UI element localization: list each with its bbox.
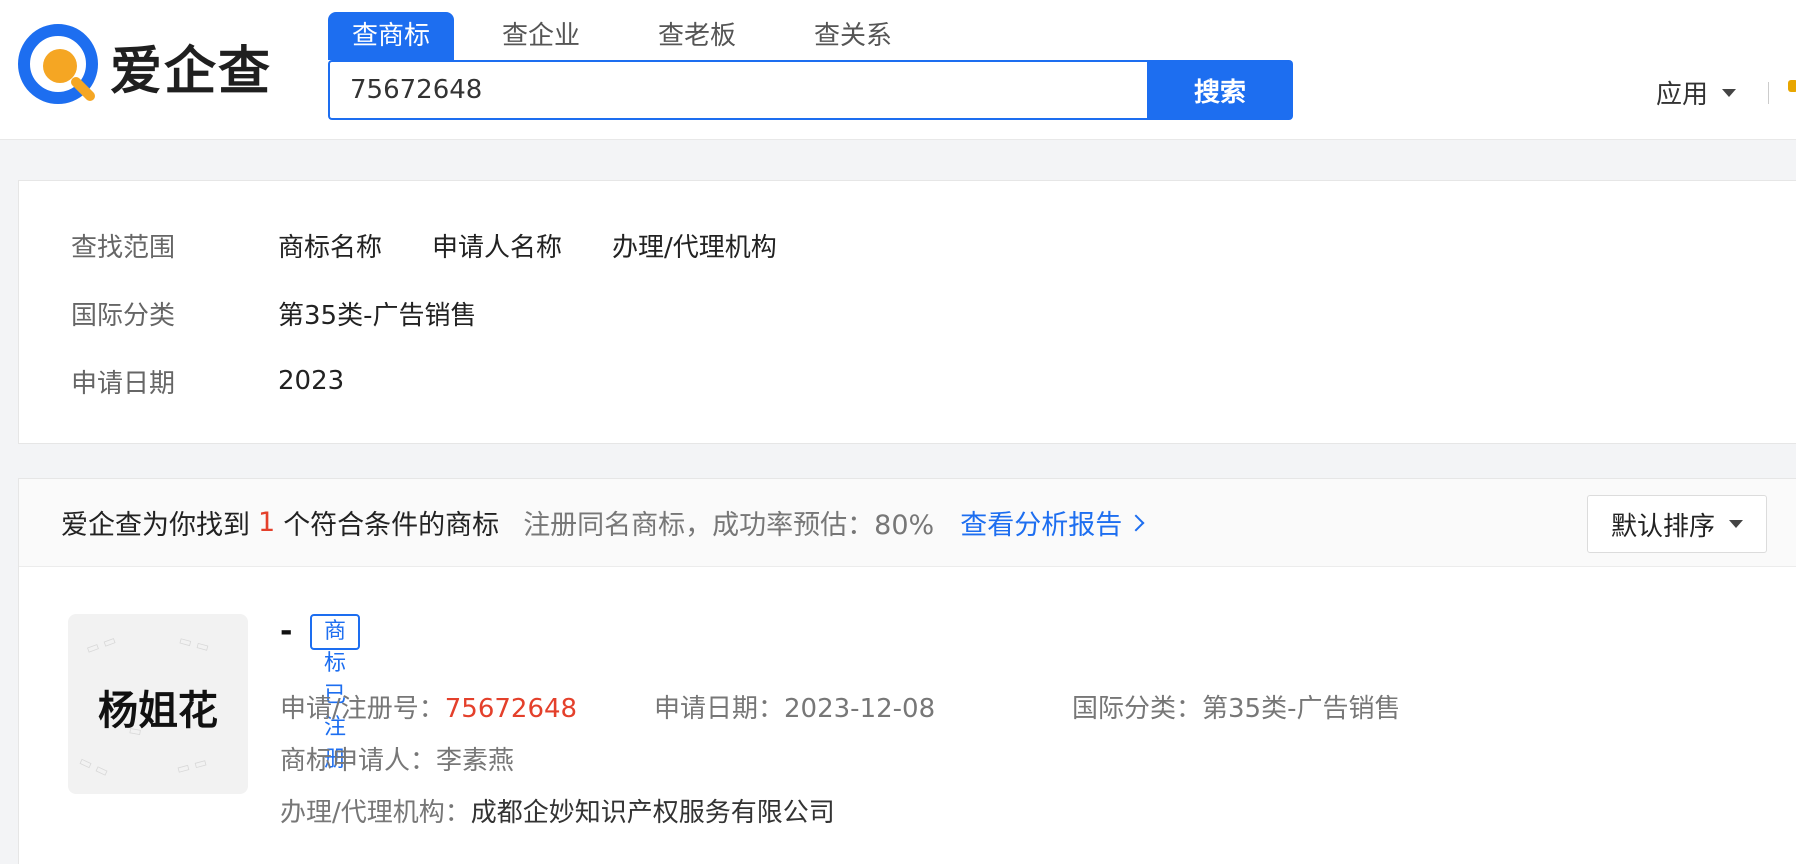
- tab-company[interactable]: 查企业: [478, 12, 604, 60]
- filter-label-scope: 查找范围: [71, 232, 176, 263]
- detail-class: 国际分类：第35类-广告销售: [1072, 688, 1400, 725]
- filter-option-trademark-name[interactable]: 商标名称: [278, 227, 382, 264]
- result-summary: 爱企查为你找到 1 个符合条件的商标 注册同名商标，成功率预估：80% 查看分析…: [61, 503, 1145, 542]
- logo-text: 爱企查: [110, 41, 273, 102]
- apps-menu[interactable]: 应用: [1656, 74, 1737, 111]
- summary-suffix: 个符合条件的商标: [283, 510, 500, 541]
- logo-magnifier-icon: [18, 24, 98, 104]
- chevron-down-icon: [1729, 520, 1743, 528]
- search-input[interactable]: [328, 60, 1147, 120]
- filter-option-class-35[interactable]: 第35类-广告销售: [278, 295, 476, 332]
- site-logo[interactable]: 爱企查: [18, 24, 272, 108]
- search-button[interactable]: 搜索: [1147, 60, 1293, 120]
- search-type-tabs: 查商标 查企业 查老板 查关系: [328, 12, 946, 60]
- top-header: 爱企查 查商标 查企业 查老板 查关系 搜索 应用: [0, 0, 1796, 140]
- agency-label: 办理/代理机构：: [280, 798, 471, 828]
- result-header: 爱企查为你找到 1 个符合条件的商标 注册同名商标，成功率预估：80% 查看分析…: [19, 479, 1796, 567]
- detail-agency: 办理/代理机构：成都企妙知识产权服务有限公司: [280, 792, 835, 829]
- trademark-image[interactable]: ▭ ▭ ▭ ▭ ▭ ▭ ▭ ▭ ▭ 杨姐花: [68, 614, 248, 794]
- reg-no-label: 申请/注册号：: [280, 694, 445, 724]
- trademark-image-text: 杨姐花: [98, 687, 218, 734]
- agency-value[interactable]: 成都企妙知识产权服务有限公司: [471, 798, 835, 828]
- sort-dropdown[interactable]: 默认排序: [1587, 495, 1767, 553]
- detail-reg-no: 申请/注册号：75672648: [280, 688, 577, 725]
- filter-label-class: 国际分类: [71, 300, 176, 331]
- applicant-label: 商标申请人：: [280, 746, 437, 776]
- tab-trademark[interactable]: 查商标: [328, 12, 455, 60]
- svg-text:▭ ▭: ▭ ▭: [177, 632, 211, 655]
- reg-no-value[interactable]: 75672648: [445, 694, 577, 724]
- user-badge-icon[interactable]: [1788, 80, 1796, 92]
- sort-dropdown-label: 默认排序: [1610, 511, 1715, 542]
- apps-menu-label: 应用: [1656, 80, 1709, 110]
- filter-option-agency[interactable]: 办理/代理机构: [612, 227, 777, 264]
- search-box: 搜索: [328, 60, 1293, 120]
- detail-apply-date: 申请日期：2023-12-08: [654, 688, 935, 725]
- tab-boss[interactable]: 查老板: [634, 12, 760, 60]
- svg-text:▭ ▭: ▭ ▭: [76, 753, 111, 781]
- status-badge: 商标已注册: [310, 614, 361, 772]
- trademark-name[interactable]: -: [280, 614, 292, 649]
- result-count: 1: [258, 507, 276, 538]
- svg-text:▭ ▭: ▭ ▭: [84, 632, 119, 658]
- filter-panel: 查找范围 商标名称 申请人名称 办理/代理机构 国际分类 第35类-广告销售 申…: [18, 180, 1796, 444]
- applicant-value[interactable]: 李素燕: [436, 746, 514, 776]
- class-value: 第35类-广告销售: [1202, 694, 1401, 724]
- svg-text:▭ ▭: ▭ ▭: [175, 754, 209, 777]
- analysis-report-label: 查看分析报告: [960, 510, 1123, 541]
- filter-row-class: 国际分类 第35类-广告销售: [71, 293, 526, 333]
- apply-date-label: 申请日期：: [654, 694, 785, 724]
- class-label: 国际分类：: [1072, 694, 1203, 724]
- analysis-report-link[interactable]: 查看分析报告: [960, 503, 1145, 542]
- header-divider: [1768, 82, 1769, 104]
- chevron-right-icon: [1127, 514, 1145, 531]
- summary-prefix: 爱企查为你找到: [61, 510, 250, 541]
- filter-label-date: 申请日期: [71, 368, 176, 399]
- success-rate-hint: 注册同名商标，成功率预估：80%: [523, 510, 935, 541]
- filter-row-scope: 查找范围 商标名称 申请人名称 办理/代理机构: [71, 225, 827, 265]
- detail-applicant: 商标申请人：李素燕: [280, 740, 514, 777]
- apply-date-value: 2023-12-08: [784, 694, 936, 724]
- tab-relation[interactable]: 查关系: [790, 12, 916, 60]
- filter-row-date: 申请日期 2023: [71, 361, 394, 401]
- filter-option-applicant-name[interactable]: 申请人名称: [432, 227, 562, 264]
- filter-option-year-2023[interactable]: 2023: [278, 366, 344, 396]
- chevron-down-icon: [1722, 88, 1737, 97]
